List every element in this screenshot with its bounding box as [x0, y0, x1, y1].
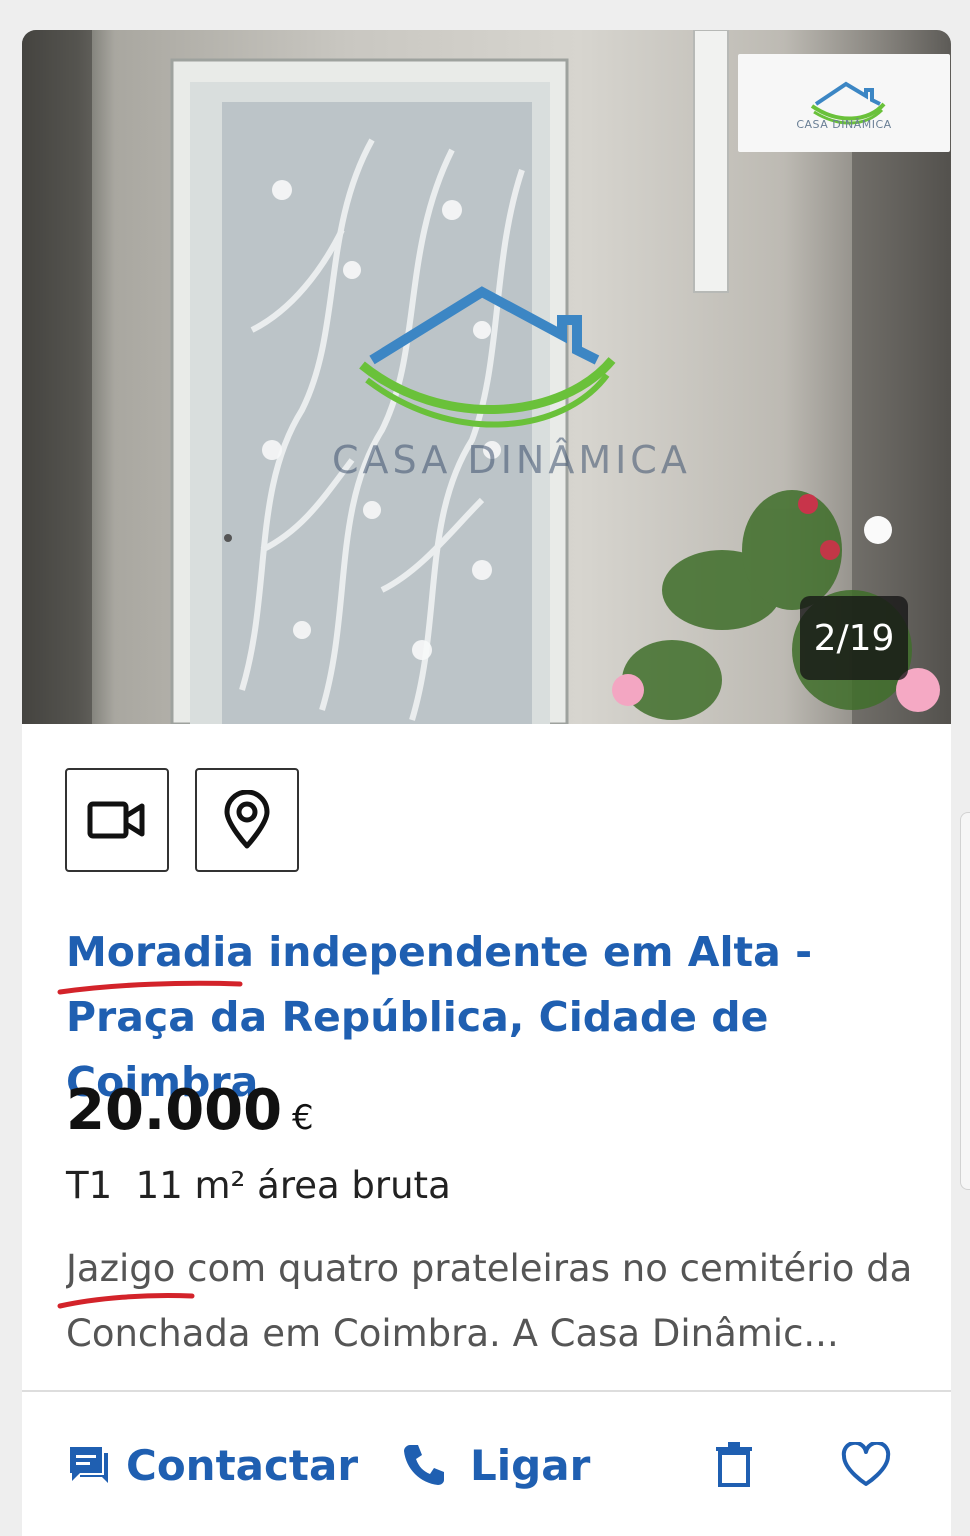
map-pin-icon [224, 790, 270, 849]
trash-icon [716, 1442, 752, 1487]
listing-card[interactable]: CASA DINÂMICA CASA DINÂMICA 2/19 Moradia… [22, 30, 951, 1536]
video-button[interactable] [65, 768, 169, 872]
listing-features: T1 11 m² área bruta [66, 1164, 451, 1207]
agency-logo: CASA DINÂMICA [738, 54, 950, 152]
chat-icon [70, 1447, 108, 1483]
call-button[interactable]: Ligar [400, 1430, 590, 1500]
phone-icon [404, 1445, 444, 1485]
price-currency: € [292, 1098, 314, 1138]
listing-price: 20.000 [66, 1078, 283, 1143]
annotation-underline [57, 980, 243, 995]
scroll-edge [960, 812, 970, 1190]
annotation-underline-2 [57, 1292, 195, 1309]
call-label: Ligar [470, 1440, 591, 1490]
card-divider [22, 1390, 951, 1392]
photo-watermark: CASA DINÂMICA [332, 438, 691, 482]
house-logo-icon [810, 81, 886, 125]
map-button[interactable] [195, 768, 299, 872]
delete-button[interactable] [714, 1430, 754, 1500]
video-camera-icon [87, 801, 145, 839]
heart-icon [841, 1442, 891, 1486]
listing-photo[interactable]: CASA DINÂMICA CASA DINÂMICA 2/19 [22, 30, 951, 724]
logo-text: CASA DINÂMICA [796, 118, 892, 131]
photo-counter: 2/19 [800, 596, 908, 680]
contact-button[interactable]: Contactar [66, 1430, 358, 1500]
favorite-button[interactable] [840, 1430, 892, 1500]
contact-label: Contactar [126, 1440, 359, 1490]
